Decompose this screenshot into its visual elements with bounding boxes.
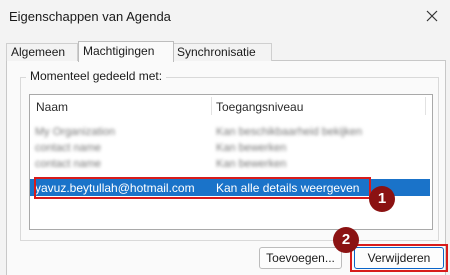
tab-algemeen[interactable]: Algemeen (6, 43, 78, 61)
row-access: Kan beschikbaarheid bekijken (216, 126, 363, 138)
list-item[interactable]: My Organization Kan beschikbaarheid beki… (30, 125, 430, 140)
row-name: contact name (35, 158, 102, 170)
list-item[interactable]: contact name Kan bewerken (30, 141, 430, 156)
column-separator[interactable] (211, 97, 212, 115)
step-badge-1: 1 (369, 186, 395, 212)
row-access: Kan bewerken (216, 158, 287, 170)
column-header-name[interactable]: Naam (36, 100, 68, 114)
row-name: contact name (35, 142, 102, 154)
column-separator[interactable] (425, 97, 426, 115)
close-icon[interactable] (422, 6, 442, 26)
list-item[interactable]: contact name Kan bewerken (30, 157, 430, 172)
window-title: Eigenschappen van Agenda (9, 9, 171, 24)
row-name: My Organization (35, 126, 116, 138)
tab-synchronisatie[interactable]: Synchronisatie (172, 43, 272, 61)
row-access: Kan bewerken (216, 142, 287, 154)
add-button[interactable]: Toevoegen... (259, 247, 342, 269)
step-badge-2: 2 (333, 227, 359, 253)
tab-machtigingen[interactable]: Machtigingen (78, 41, 174, 62)
shared-with-list[interactable]: Naam Toegangsniveau My Organization Kan … (29, 94, 433, 230)
highlight-box-remove-button (350, 244, 448, 272)
shared-with-label: Momenteel gedeeld met: (26, 69, 167, 83)
title-bar: Eigenschappen van Agenda (0, 0, 450, 34)
highlight-box-selected-row (34, 177, 371, 199)
column-header-access[interactable]: Toegangsniveau (216, 100, 303, 114)
